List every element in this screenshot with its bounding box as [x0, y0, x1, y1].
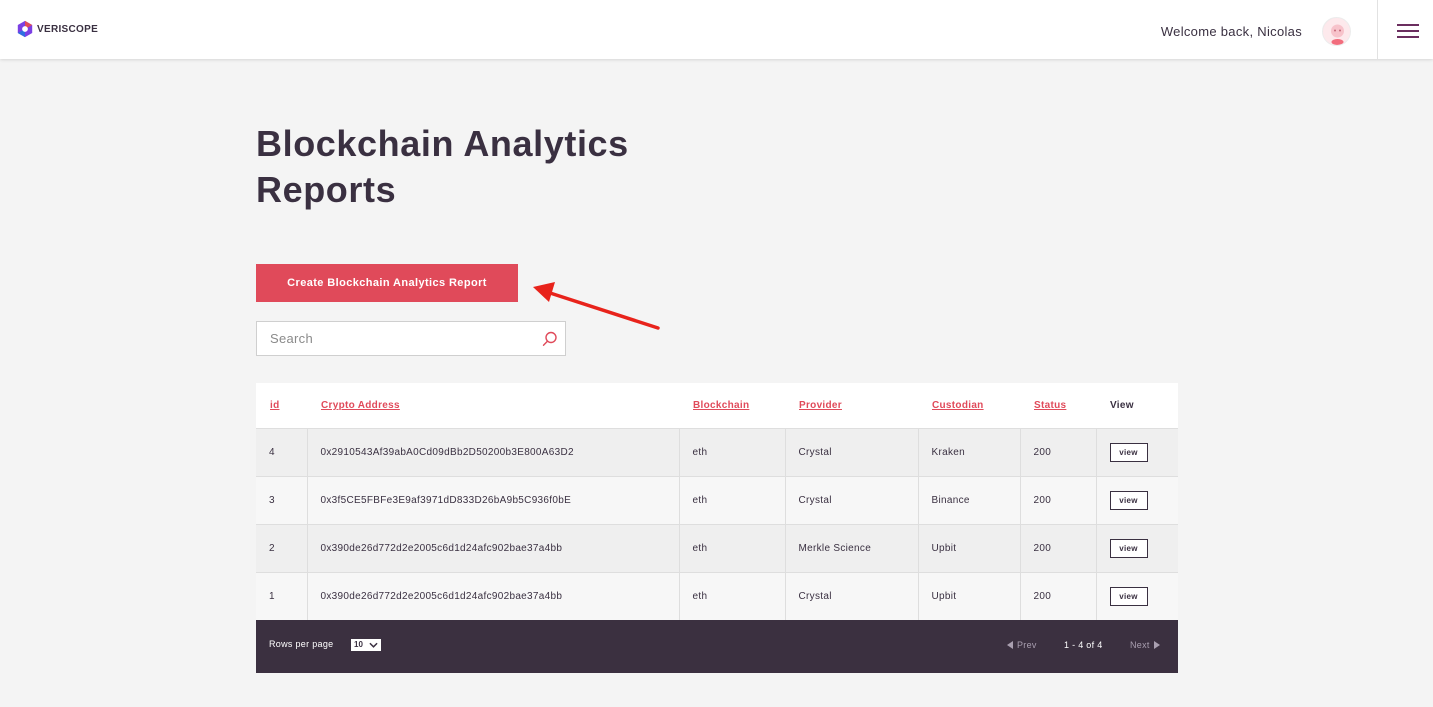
cell-id: 3: [256, 475, 308, 524]
triangle-left-icon: [1007, 641, 1013, 649]
user-avatar-icon[interactable]: [1322, 17, 1351, 46]
view-button[interactable]: view: [1109, 586, 1148, 606]
welcome-text: Welcome back, Nicolas: [1160, 24, 1302, 39]
cell-crypto-address: 0x390de26d772d2e2005c6d1d24afc902bae37a4…: [307, 523, 680, 572]
hamburger-menu-icon[interactable]: [1397, 23, 1419, 39]
search-input[interactable]: [257, 322, 537, 355]
cell-crypto-address: 0x2910543Af39abA0Cd09dBb2D50200b3E800A63…: [307, 427, 680, 476]
brand[interactable]: VERISCOPE: [16, 18, 98, 40]
table-header-row: id Crypto Address Blockchain Provider Cu…: [256, 383, 1178, 428]
view-button[interactable]: view: [1109, 538, 1148, 558]
cell-blockchain: eth: [679, 427, 786, 476]
cell-custodian: Binance: [918, 475, 1021, 524]
column-header-view: View: [1110, 399, 1134, 411]
column-header-custodian[interactable]: Custodian: [918, 383, 1020, 428]
search-box: [256, 321, 566, 356]
column-header-status[interactable]: Status: [1020, 383, 1096, 428]
view-button[interactable]: view: [1109, 490, 1148, 510]
cell-provider: Crystal: [785, 475, 919, 524]
cell-status: 200: [1020, 427, 1097, 476]
next-label: Next: [1130, 640, 1150, 650]
top-header: VERISCOPE Welcome back, Nicolas: [0, 0, 1433, 59]
rows-per-page-value: 10: [354, 640, 363, 649]
cell-id: 4: [256, 427, 308, 476]
page-range: 1 - 4 of 4: [1064, 640, 1103, 650]
cell-crypto-address: 0x390de26d772d2e2005c6d1d24afc902bae37a4…: [307, 571, 680, 620]
veriscope-logo-icon: [17, 20, 33, 38]
column-header-provider[interactable]: Provider: [785, 383, 918, 428]
cell-id: 1: [256, 571, 308, 620]
cell-view: view: [1096, 427, 1178, 476]
header-divider: [1377, 0, 1378, 59]
cell-provider: Crystal: [785, 427, 919, 476]
column-header-blockchain[interactable]: Blockchain: [679, 383, 785, 428]
search-icon[interactable]: [541, 330, 559, 348]
prev-label: Prev: [1017, 640, 1037, 650]
page-title: Blockchain Analytics Reports: [256, 123, 629, 210]
cell-id: 2: [256, 523, 308, 572]
rows-per-page-select[interactable]: 10: [351, 639, 381, 651]
cell-view: view: [1096, 523, 1178, 572]
cell-blockchain: eth: [679, 571, 786, 620]
cell-status: 200: [1020, 571, 1097, 620]
cell-view: view: [1096, 475, 1178, 524]
cell-blockchain: eth: [679, 475, 786, 524]
reports-table: id Crypto Address Blockchain Provider Cu…: [256, 383, 1178, 620]
cell-provider: Merkle Science: [785, 523, 919, 572]
cell-custodian: Kraken: [918, 427, 1021, 476]
table-row: 4 0x2910543Af39abA0Cd09dBb2D50200b3E800A…: [256, 427, 1178, 476]
rows-per-page-label: Rows per page: [269, 639, 334, 649]
cell-crypto-address: 0x3f5CE5FBFe3E9af3971dD833D26bA9b5C936f0…: [307, 475, 680, 524]
view-button[interactable]: view: [1109, 442, 1148, 462]
table-row: 2 0x390de26d772d2e2005c6d1d24afc902bae37…: [256, 523, 1178, 572]
table-row: 1 0x390de26d772d2e2005c6d1d24afc902bae37…: [256, 571, 1178, 620]
brand-name: VERISCOPE: [37, 23, 99, 35]
create-report-button[interactable]: Create Blockchain Analytics Report: [256, 264, 518, 302]
chevron-down-icon: [369, 642, 378, 648]
column-header-id[interactable]: id: [256, 383, 307, 428]
cell-provider: Crystal: [785, 571, 919, 620]
triangle-right-icon: [1153, 641, 1160, 649]
cell-custodian: Upbit: [918, 571, 1021, 620]
cell-status: 200: [1020, 523, 1097, 572]
prev-page-button[interactable]: Prev: [1007, 640, 1037, 650]
next-page-button[interactable]: Next: [1130, 640, 1160, 650]
cell-blockchain: eth: [679, 523, 786, 572]
table-row: 3 0x3f5CE5FBFe3E9af3971dD833D26bA9b5C936…: [256, 475, 1178, 524]
column-header-crypto-address[interactable]: Crypto Address: [307, 383, 679, 428]
table-footer: Rows per page 10 Prev 1 - 4 of 4 Next: [256, 620, 1178, 673]
cell-status: 200: [1020, 475, 1097, 524]
cell-view: view: [1096, 571, 1178, 620]
cell-custodian: Upbit: [918, 523, 1021, 572]
